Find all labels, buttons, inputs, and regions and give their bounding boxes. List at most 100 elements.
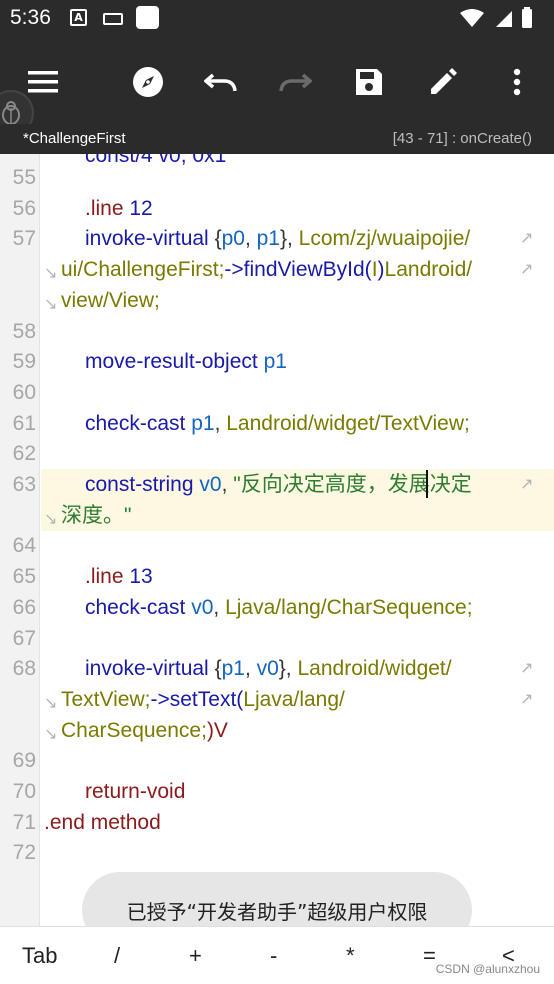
line-number: 63 xyxy=(12,473,36,496)
code-token: return-void xyxy=(85,780,186,803)
status-bar: 5:36 A xyxy=(0,0,554,38)
key-asterisk[interactable]: * xyxy=(346,943,355,969)
code-token: , xyxy=(244,227,257,251)
line-number: 67 xyxy=(12,626,36,650)
compass-icon[interactable] xyxy=(126,60,170,104)
code-token: view/View; xyxy=(61,288,160,312)
code-token: invoke-virtual xyxy=(85,657,215,681)
code-line: TextView;->setText(Ljava/lang/↘ ↗ xyxy=(0,684,554,715)
code-token: ->setText( xyxy=(150,687,244,711)
code-token: Ljava/lang/CharSequence; xyxy=(225,595,473,619)
line-number: 60 xyxy=(12,380,36,404)
wifi-icon xyxy=(460,9,484,27)
code-text: ui/ChallengeFirst;->findViewById(I)Landr… xyxy=(61,254,472,285)
code-line: 61 check-cast p1, Landroid/widget/TextVie… xyxy=(0,408,554,439)
code-line: 60 xyxy=(0,377,554,408)
wrap-break-icon: ↗ xyxy=(520,230,534,248)
code-line: 66 check-cast v0, Ljava/lang/CharSequence… xyxy=(0,592,554,623)
code-text: TextView;->setText(Ljava/lang/ xyxy=(61,684,345,715)
code-token: , xyxy=(214,411,227,435)
code-line: view/View; ↘ xyxy=(0,285,554,316)
line-number: 70 xyxy=(12,780,36,803)
code-token: p1 xyxy=(221,657,245,681)
wrap-break-icon: ↗ xyxy=(520,690,534,708)
line-number: 56 xyxy=(12,196,36,220)
code-token: v0 xyxy=(191,595,214,619)
code-text: check-cast p1, Landroid/widget/TextView; xyxy=(85,408,470,439)
redo-icon[interactable] xyxy=(273,60,317,104)
key-plus[interactable]: + xyxy=(189,943,202,969)
key-minus[interactable]: - xyxy=(270,943,277,969)
code-token: , xyxy=(213,595,226,619)
line-number: 61 xyxy=(12,411,36,435)
line-number: 59 xyxy=(12,350,36,374)
code-line: 72 xyxy=(0,837,554,868)
code-text: 深度。" xyxy=(61,500,131,531)
more-icon[interactable] xyxy=(495,60,539,104)
code-line: 56 .line 12 xyxy=(0,193,554,224)
code-token: .line xyxy=(85,565,130,589)
undo-icon[interactable] xyxy=(199,60,243,104)
code-text: view/View; xyxy=(61,285,160,316)
editor-toolbar xyxy=(0,38,554,136)
key-equals[interactable]: = xyxy=(423,943,436,969)
code-token: p1 xyxy=(191,411,215,435)
wrap-break-icon: ↗ xyxy=(520,261,534,279)
code-text: invoke-virtual {p1, v0}, Landroid/widget… xyxy=(85,653,452,684)
code-line: 59 move-result-object p1 xyxy=(0,346,554,377)
file-name-tab[interactable]: *ChallengeFirst xyxy=(23,130,126,147)
line-number: 62 xyxy=(12,442,36,466)
line-number: 57 xyxy=(12,227,36,251)
code-token: check-cast xyxy=(85,595,192,619)
code-token: Landroid/ xyxy=(384,258,473,282)
keyboard-icon xyxy=(103,13,123,25)
line-number: 64 xyxy=(12,534,36,558)
code-token: , xyxy=(221,473,234,496)
key-tab[interactable]: Tab xyxy=(22,943,57,969)
code-text: move-result-object p1 xyxy=(85,346,287,377)
code-text: const-string v0, "反向决定高度，发展决定 xyxy=(85,469,472,500)
code-token: )V xyxy=(206,718,228,742)
code-line: 70 return-void xyxy=(0,776,554,807)
line-number: 65 xyxy=(12,565,36,589)
code-token: ->findViewById( xyxy=(224,258,372,282)
code-token: ) xyxy=(377,258,385,282)
code-token: p1 xyxy=(263,350,287,374)
line-number: 68 xyxy=(12,657,36,681)
code-token: 13 xyxy=(129,565,153,589)
line-number: 69 xyxy=(12,749,36,773)
code-token: , xyxy=(244,657,257,681)
code-line: 71 .end method xyxy=(0,807,554,838)
code-line: 55 xyxy=(0,162,554,193)
code-token: ui/ChallengeFirst; xyxy=(61,258,225,282)
code-token: const-string xyxy=(85,473,200,496)
code-editor[interactable]: const/4 v0, 0x1 55 56 .line 12 57 invoke-vir… xyxy=(0,154,554,926)
code-token: Ljava/lang/ xyxy=(243,687,345,711)
code-line: 57 invoke-virtual {p0, p1}, Lcom/zj/wuaip… xyxy=(0,223,554,254)
wrap-break-icon: ↗ xyxy=(520,476,534,493)
edit-icon[interactable] xyxy=(421,60,465,104)
line-number: 58 xyxy=(12,319,36,343)
file-tab-bar: *ChallengeFirst [43 - 71] : onCreate() xyxy=(0,124,554,154)
code-token: "反向决定高度，发展决定 xyxy=(233,473,472,496)
code-token: Landroid/widget/TextView; xyxy=(226,411,470,435)
code-line: 65 .line 13 xyxy=(0,561,554,592)
cell-signal-icon xyxy=(496,11,512,27)
code-line: 64 xyxy=(0,530,554,561)
code-text: .line 12 xyxy=(85,193,153,224)
code-token: v0 xyxy=(199,473,222,496)
cursor-position: [43 - 71] : onCreate() xyxy=(392,130,532,147)
key-slash[interactable]: / xyxy=(114,943,120,969)
code-token: Landroid/widget/ xyxy=(297,657,452,681)
code-line: 深度。" ↘ xyxy=(41,499,554,531)
code-token: { xyxy=(214,227,222,251)
code-token: 深度。" xyxy=(61,503,132,527)
code-token: .end method xyxy=(44,810,161,834)
code-token: move-result-object xyxy=(85,350,264,374)
code-token: }, xyxy=(278,657,298,681)
code-token: p1 xyxy=(256,227,280,251)
text-cursor xyxy=(426,470,428,498)
code-text: check-cast v0, Ljava/lang/CharSequence; xyxy=(85,592,473,623)
code-line: 58 xyxy=(0,316,554,347)
save-icon[interactable] xyxy=(347,60,391,104)
